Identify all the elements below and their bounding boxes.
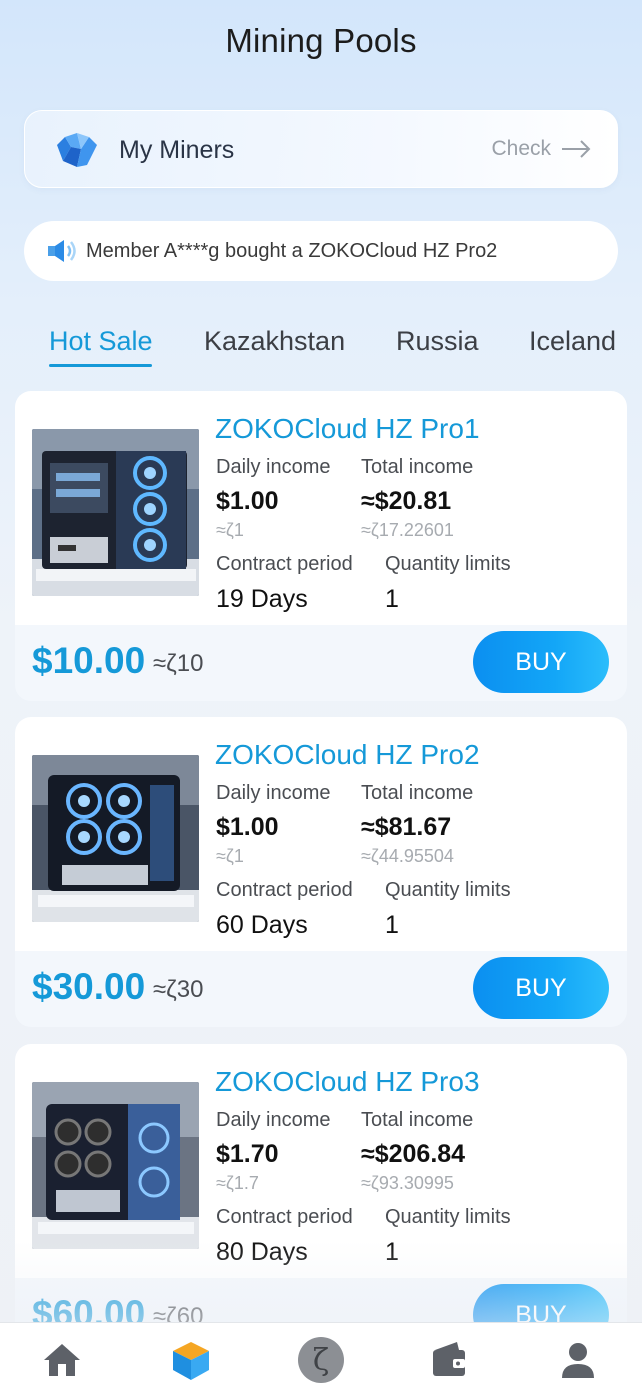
daily-income-label: Daily income	[216, 782, 331, 804]
total-income-label: Total income	[361, 456, 474, 478]
product-details: ZOKOCloud HZ Pro3 Daily income Total inc…	[15, 1044, 627, 1278]
nav-pools[interactable]	[166, 1335, 216, 1385]
product-price-zeta: ≈ζ30	[153, 976, 204, 1003]
crystal-icon	[57, 133, 97, 167]
product-name: ZOKOCloud HZ Pro1	[215, 413, 480, 444]
product-price-zeta: ≈ζ10	[153, 650, 204, 677]
contract-period-label: Contract period	[216, 879, 353, 901]
total-income-value: ≈$206.84	[361, 1140, 466, 1168]
contract-period-value: 19 Days	[216, 585, 308, 613]
notice-text: Member A****g bought a ZOKOCloud HZ Pro2	[86, 239, 498, 262]
total-income-value: ≈$81.67	[361, 813, 452, 841]
miner-image	[32, 429, 199, 596]
my-miners-card[interactable]: My Miners Check	[24, 110, 618, 188]
total-income-value: ≈$20.81	[361, 487, 452, 515]
product-details: ZOKOCloud HZ Pro1 Daily income Total inc…	[15, 391, 627, 625]
zeta-icon: ζ	[298, 1337, 344, 1383]
tab-russia[interactable]: Russia	[396, 326, 479, 357]
active-tab-indicator	[49, 364, 152, 367]
product-price: $10.00	[32, 640, 146, 681]
total-income-zeta: ≈ζ44.95504	[361, 846, 454, 866]
total-income-label: Total income	[361, 782, 474, 804]
cube-icon	[173, 1342, 209, 1380]
home-icon	[44, 1344, 80, 1376]
product-details: ZOKOCloud HZ Pro2 Daily income Total inc…	[15, 717, 627, 951]
contract-period-label: Contract period	[216, 1206, 353, 1228]
daily-income-label: Daily income	[216, 456, 331, 478]
contract-period-label: Contract period	[216, 553, 353, 575]
buy-button[interactable]: BUY	[473, 957, 609, 1019]
user-icon	[562, 1343, 594, 1378]
nav-zeta[interactable]: ζ	[296, 1335, 346, 1385]
tab-hot-sale[interactable]: Hot Sale	[49, 326, 153, 357]
daily-income-value: $1.00	[216, 813, 279, 841]
arrow-right-icon	[562, 140, 591, 158]
region-tabs: Hot Sale Kazakhstan Russia Iceland	[0, 326, 642, 372]
daily-income-value: $1.00	[216, 487, 279, 515]
page-title: Mining Pools	[225, 22, 417, 59]
product-card: ZOKOCloud HZ Pro3 Daily income Total inc…	[15, 1044, 627, 1354]
product-card: ZOKOCloud HZ Pro1 Daily income Total inc…	[15, 391, 627, 701]
bottom-nav: ζ	[0, 1322, 642, 1398]
buy-button[interactable]: BUY	[473, 631, 609, 693]
product-card: ZOKOCloud HZ Pro2 Daily income Total inc…	[15, 717, 627, 1027]
product-name: ZOKOCloud HZ Pro3	[215, 1066, 480, 1097]
total-income-zeta: ≈ζ17.22601	[361, 520, 454, 540]
tab-kazakhstan[interactable]: Kazakhstan	[204, 326, 345, 357]
quantity-limits-value: 1	[385, 911, 399, 939]
quantity-limits-value: 1	[385, 585, 399, 613]
contract-period-value: 60 Days	[216, 911, 308, 939]
check-label: Check	[491, 137, 551, 160]
daily-income-zeta: ≈ζ1	[216, 520, 244, 540]
wallet-icon	[433, 1342, 465, 1376]
daily-income-value: $1.70	[216, 1140, 279, 1168]
contract-period-value: 80 Days	[216, 1238, 308, 1266]
quantity-limits-label: Quantity limits	[385, 553, 511, 575]
check-link[interactable]: Check	[491, 137, 591, 161]
quantity-limits-value: 1	[385, 1238, 399, 1266]
total-income-label: Total income	[361, 1109, 474, 1131]
miner-image	[32, 1082, 199, 1249]
nav-profile[interactable]	[553, 1335, 603, 1385]
miner-image	[32, 755, 199, 922]
total-income-zeta: ≈ζ93.30995	[361, 1173, 454, 1193]
speaker-icon	[48, 240, 76, 262]
quantity-limits-label: Quantity limits	[385, 1206, 511, 1228]
notice-bar: Member A****g bought a ZOKOCloud HZ Pro2	[24, 221, 618, 281]
nav-home[interactable]	[37, 1335, 87, 1385]
daily-income-zeta: ≈ζ1	[216, 846, 244, 866]
quantity-limits-label: Quantity limits	[385, 879, 511, 901]
nav-wallet[interactable]	[424, 1335, 474, 1385]
daily-income-label: Daily income	[216, 1109, 331, 1131]
product-name: ZOKOCloud HZ Pro2	[215, 739, 480, 770]
daily-income-zeta: ≈ζ1.7	[216, 1173, 259, 1193]
tab-iceland[interactable]: Iceland	[529, 326, 616, 357]
product-price: $30.00	[32, 966, 146, 1007]
my-miners-label: My Miners	[119, 136, 235, 164]
